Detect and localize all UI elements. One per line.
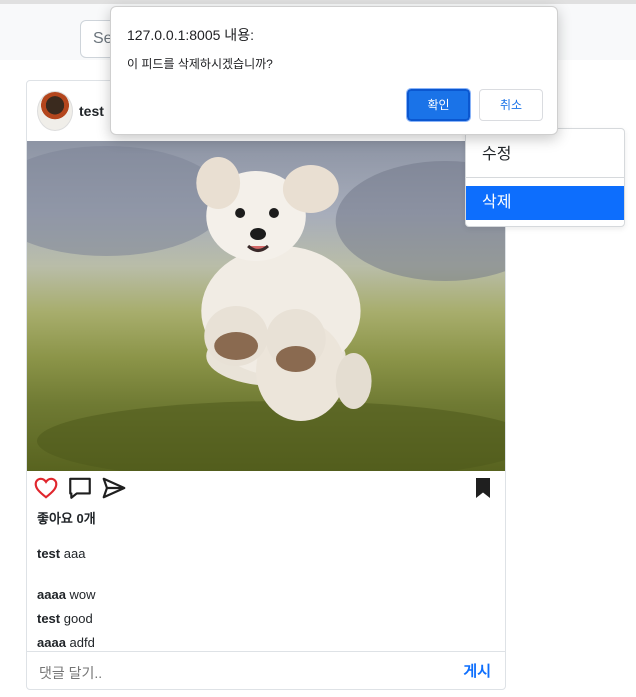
post-options-menu: 수정 삭제: [465, 128, 625, 227]
comment-user[interactable]: aaaa: [37, 587, 66, 602]
send-icon[interactable]: [101, 475, 127, 501]
menu-divider: [466, 177, 624, 178]
avatar[interactable]: [37, 91, 73, 131]
menu-item-edit[interactable]: 수정: [466, 138, 624, 172]
dialog-cancel-button[interactable]: 취소: [479, 89, 543, 121]
dialog-title: 127.0.0.1:8005 내용:: [127, 27, 254, 43]
comment-text: good: [63, 611, 93, 626]
caption-text: aaa: [63, 546, 86, 561]
post-actions: [27, 473, 505, 501]
bookmark-icon[interactable]: [473, 477, 493, 499]
dialog-message: 이 피드를 삭제하시겠습니까?: [127, 57, 273, 71]
comment-item: aaaa wow: [37, 586, 96, 610]
post-caption: test aaa: [37, 546, 85, 561]
heart-icon[interactable]: [33, 475, 59, 501]
author-username[interactable]: test: [79, 103, 104, 119]
comment-text: adfd: [69, 635, 95, 650]
confirm-dialog: 127.0.0.1:8005 내용: 이 피드를 삭제하시겠습니까? 확인 취소: [110, 6, 558, 135]
comment-bar: 게시: [27, 651, 505, 689]
feed-photo: [27, 141, 505, 471]
comment-input[interactable]: [39, 662, 399, 684]
comment-list: aaaa wow test good aaaa adfd: [37, 586, 96, 658]
caption-user[interactable]: test: [37, 546, 60, 561]
dialog-ok-button[interactable]: 확인: [406, 88, 471, 122]
comment-icon[interactable]: [67, 475, 93, 501]
comment-item: test good: [37, 610, 96, 634]
post-comment-button[interactable]: 게시: [463, 660, 491, 681]
feed-card: test 좋아요 0개 test aaa aaaa wow test good …: [26, 80, 506, 690]
menu-item-delete[interactable]: 삭제: [466, 186, 624, 220]
comment-user[interactable]: test: [37, 611, 60, 626]
comment-user[interactable]: aaaa: [37, 635, 66, 650]
comment-text: wow: [69, 587, 96, 602]
likes-count: 좋아요 0개: [37, 511, 96, 526]
dog-photo-illustration: [27, 146, 505, 471]
